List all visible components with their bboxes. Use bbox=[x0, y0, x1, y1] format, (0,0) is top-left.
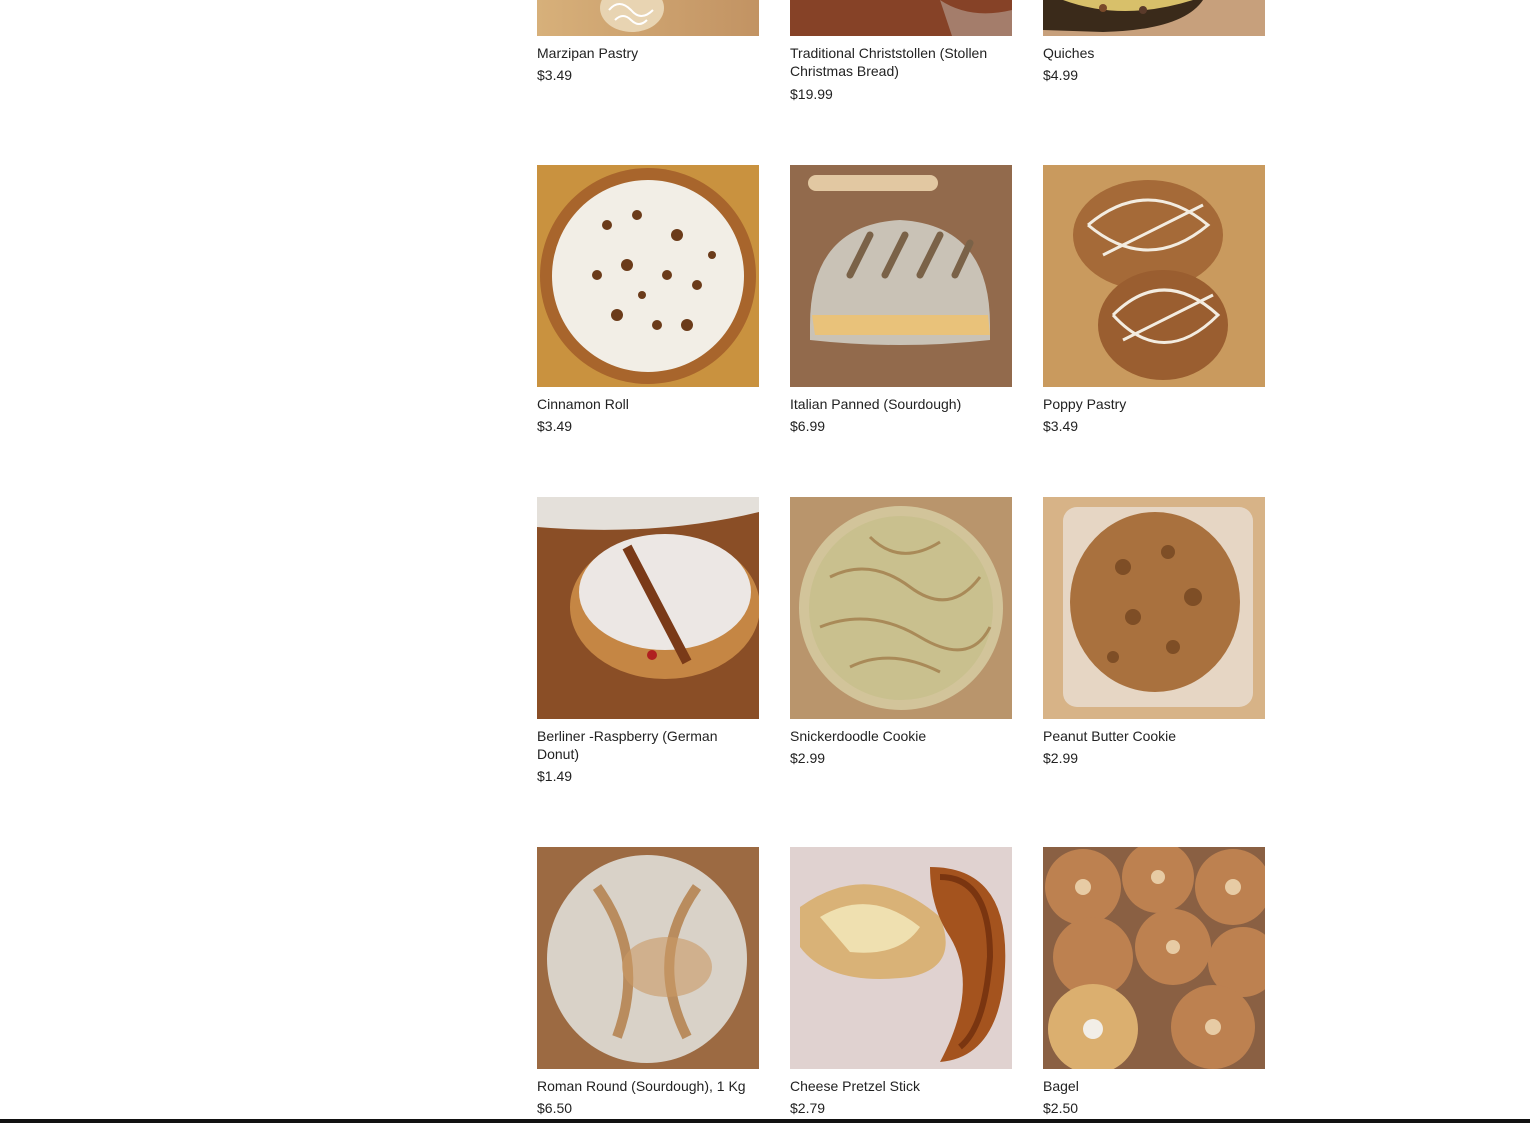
product-image[interactable] bbox=[1043, 497, 1265, 719]
product-image[interactable] bbox=[790, 165, 1012, 387]
bottom-edge-bar bbox=[0, 1119, 1530, 1123]
product-image[interactable] bbox=[790, 847, 1012, 1069]
product-name[interactable]: Peanut Butter Cookie bbox=[1043, 727, 1265, 745]
product-name[interactable]: Cheese Pretzel Stick bbox=[790, 1077, 1012, 1095]
product-name[interactable]: Poppy Pastry bbox=[1043, 395, 1265, 413]
product-name[interactable]: Berliner -Raspberry (German Donut) bbox=[537, 727, 759, 763]
product-image[interactable] bbox=[537, 847, 759, 1069]
product-image[interactable] bbox=[790, 0, 1012, 36]
product-image[interactable] bbox=[1043, 165, 1265, 387]
product-image[interactable] bbox=[537, 165, 759, 387]
product-name[interactable]: Cinnamon Roll bbox=[537, 395, 759, 413]
product-price: $19.99 bbox=[790, 86, 833, 102]
product-name[interactable]: Roman Round (Sourdough), 1 Kg bbox=[537, 1077, 759, 1095]
product-image[interactable] bbox=[537, 497, 759, 719]
product-image[interactable] bbox=[1043, 0, 1265, 36]
product-name[interactable]: Quiches bbox=[1043, 44, 1265, 62]
product-price: $6.99 bbox=[790, 418, 826, 434]
product-name[interactable]: Bagel bbox=[1043, 1077, 1265, 1095]
product-price: $2.99 bbox=[790, 750, 826, 766]
product-image[interactable] bbox=[790, 497, 1012, 719]
product-name[interactable]: Italian Panned (Sourdough) bbox=[790, 395, 1012, 413]
product-name[interactable]: Traditional Christstollen (Stollen Chris… bbox=[790, 44, 1012, 80]
product-price: $6.50 bbox=[537, 1100, 573, 1116]
product-price: $2.50 bbox=[1043, 1100, 1079, 1116]
product-name[interactable]: Marzipan Pastry bbox=[537, 44, 759, 62]
product-price: $2.99 bbox=[1043, 750, 1079, 766]
product-image[interactable] bbox=[537, 0, 759, 36]
product-name[interactable]: Snickerdoodle Cookie bbox=[790, 727, 1012, 745]
product-price: $2.79 bbox=[790, 1100, 826, 1116]
product-price: $1.49 bbox=[537, 768, 573, 784]
product-price: $4.99 bbox=[1043, 67, 1079, 83]
product-image[interactable] bbox=[1043, 847, 1265, 1069]
product-price: $3.49 bbox=[537, 418, 573, 434]
product-price: $3.49 bbox=[1043, 418, 1079, 434]
product-price: $3.49 bbox=[537, 67, 573, 83]
